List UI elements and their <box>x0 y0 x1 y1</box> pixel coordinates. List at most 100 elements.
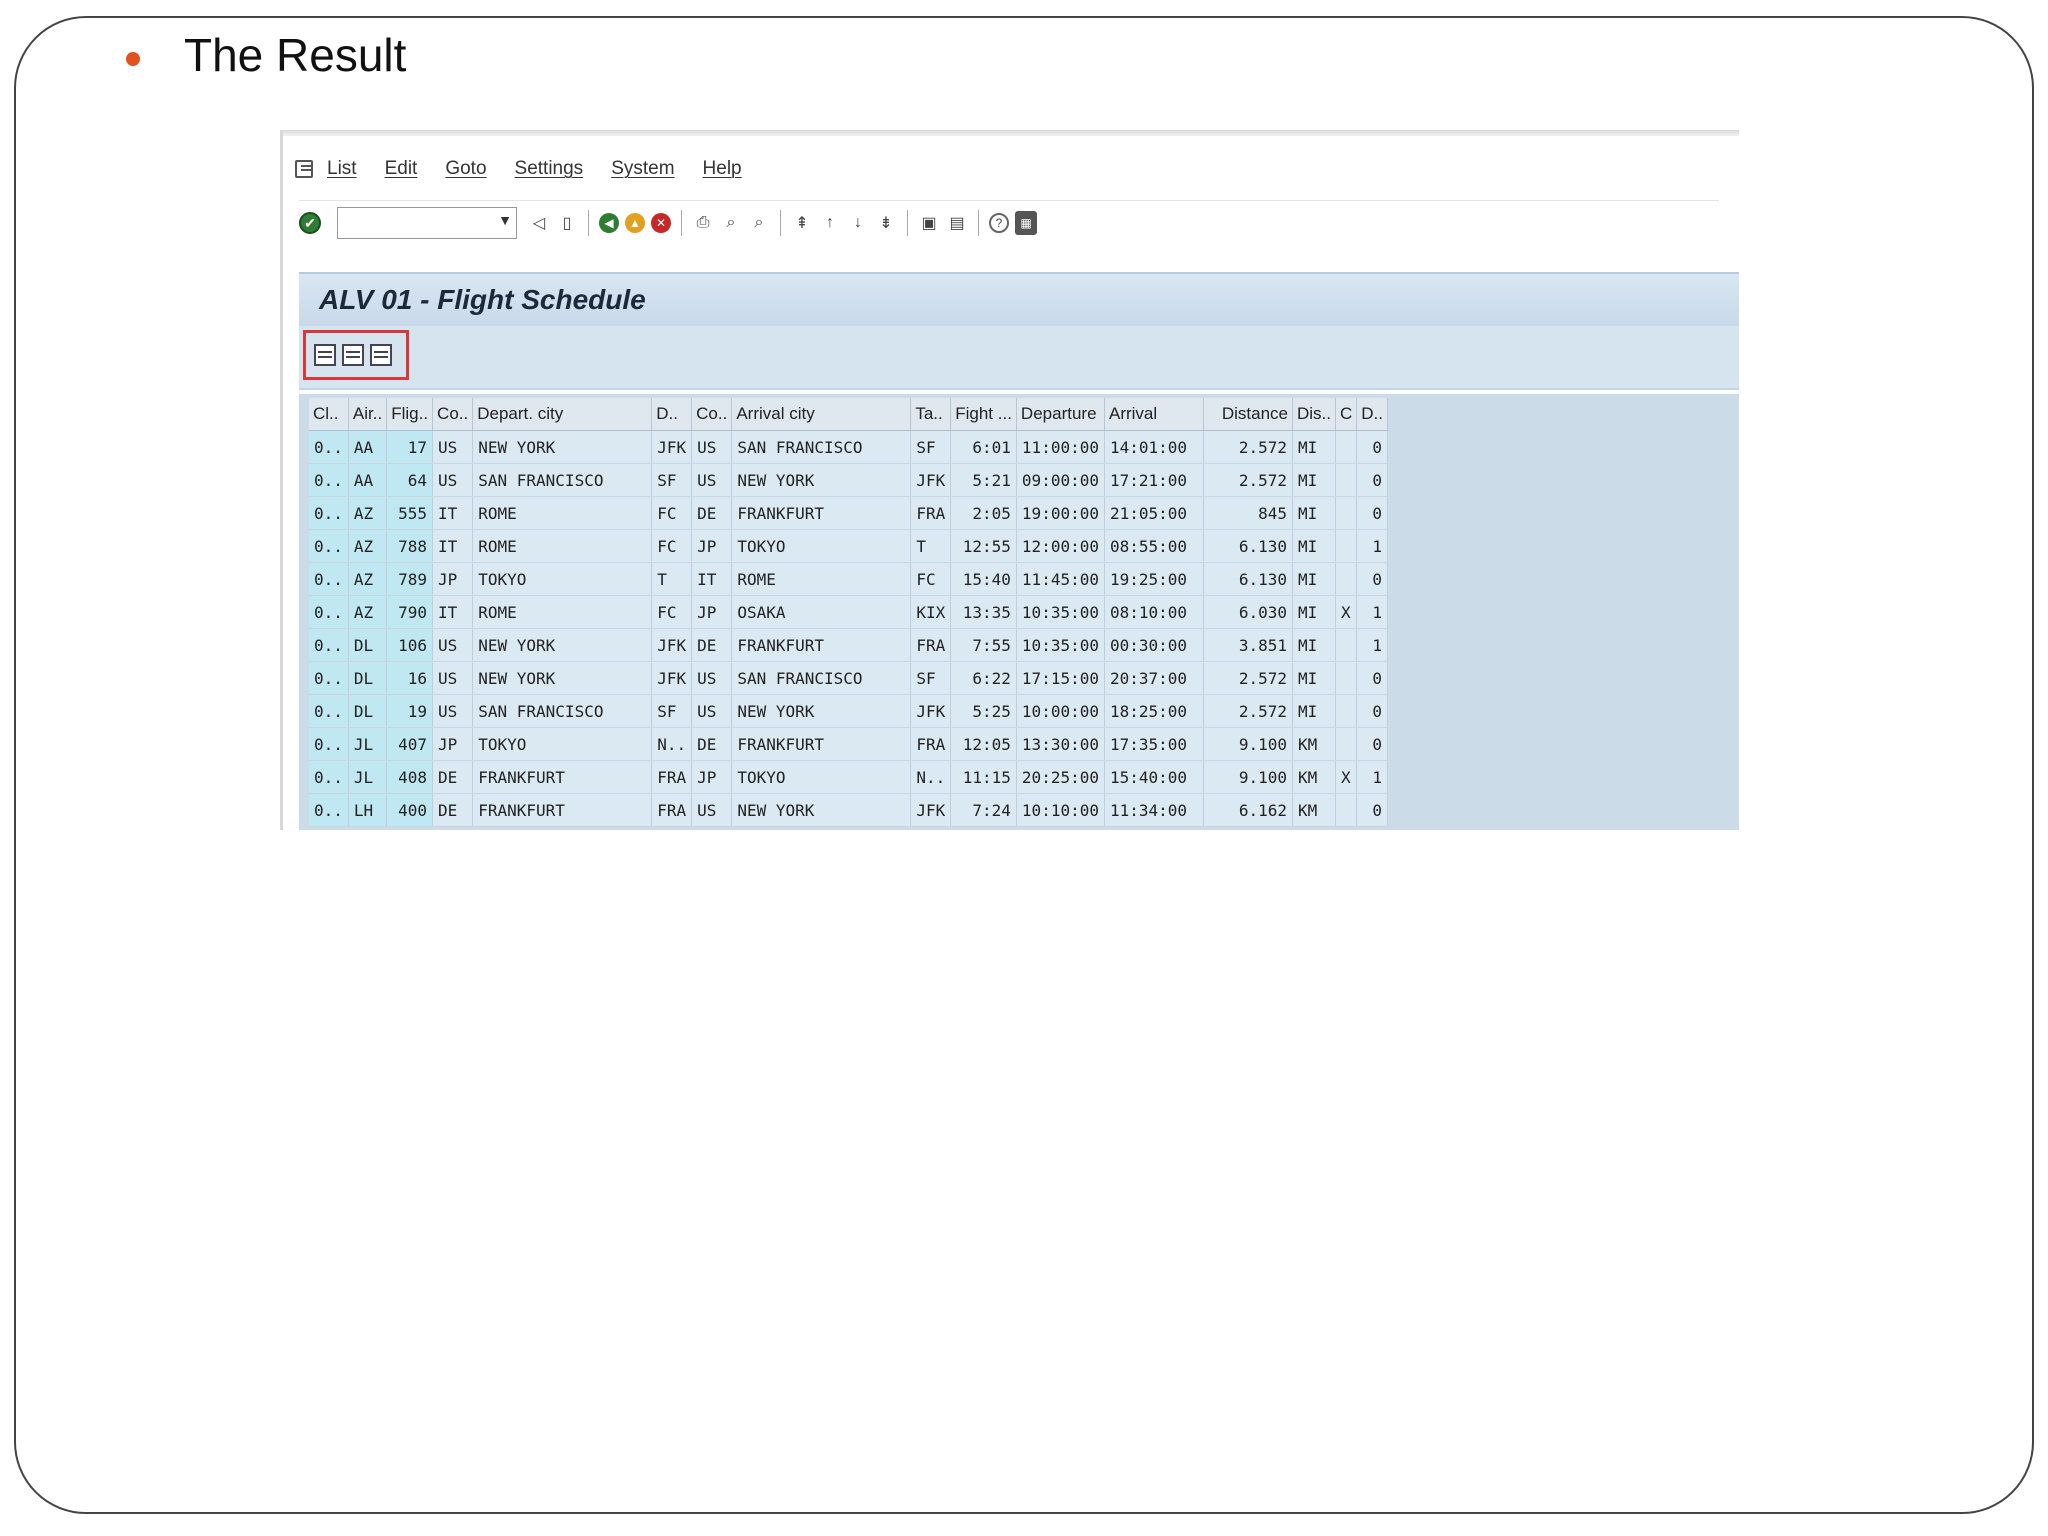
back-icon[interactable]: ◁ <box>528 211 550 235</box>
table-cell[interactable]: 7:55 <box>950 628 1017 662</box>
table-cell[interactable]: DL <box>348 694 388 728</box>
table-cell[interactable]: JP <box>691 595 733 629</box>
table-cell[interactable]: 790 <box>386 595 434 629</box>
table-cell[interactable]: MI <box>1292 496 1336 530</box>
table-cell[interactable]: 6.162 <box>1203 793 1293 827</box>
column-header[interactable]: Dis.. <box>1292 398 1336 431</box>
table-cell[interactable]: DE <box>432 793 474 827</box>
table-cell[interactable]: 11:15 <box>950 760 1017 794</box>
table-cell[interactable]: 1 <box>1356 529 1388 563</box>
table-cell[interactable]: 14:01:00 <box>1104 430 1204 464</box>
columns-icon[interactable] <box>342 344 364 366</box>
table-cell[interactable]: 19:25:00 <box>1104 562 1204 596</box>
table-cell[interactable]: SF <box>910 430 952 464</box>
command-field[interactable]: ▼ <box>337 207 517 239</box>
table-cell[interactable]: 1 <box>1356 760 1388 794</box>
table-cell[interactable]: US <box>432 628 474 662</box>
table-cell[interactable]: 0 <box>1356 727 1388 761</box>
table-cell[interactable]: N.. <box>651 727 693 761</box>
column-header[interactable]: D.. <box>651 398 693 431</box>
table-cell[interactable]: T <box>910 529 952 563</box>
table-cell[interactable]: 17 <box>386 430 434 464</box>
table-row[interactable]: 0.. DL 19 US SAN FRANCISCO SF US NEW YORK JFK 5:2… <box>309 694 1388 728</box>
table-cell[interactable]: FRANKFURT <box>731 496 912 530</box>
table-cell[interactable]: KIX <box>910 595 952 629</box>
table-cell[interactable]: 0 <box>1356 463 1388 497</box>
menu-list[interactable]: List <box>327 158 357 180</box>
table-cell[interactable]: NEW YORK <box>472 628 653 662</box>
table-cell[interactable]: 2.572 <box>1203 463 1293 497</box>
table-cell[interactable]: 10:10:00 <box>1016 793 1105 827</box>
column-header[interactable]: D.. <box>1356 398 1388 431</box>
table-cell[interactable]: 09:00:00 <box>1016 463 1105 497</box>
table-cell[interactable]: 408 <box>386 760 434 794</box>
table-cell[interactable]: TOKYO <box>731 529 912 563</box>
table-cell[interactable]: US <box>691 463 733 497</box>
table-row[interactable]: 0.. DL 106 US NEW YORK JFK DE FRANKFURT FRA 7:55 1… <box>309 628 1388 662</box>
table-cell[interactable]: KM <box>1292 760 1336 794</box>
save-icon[interactable]: ▯ <box>556 211 578 235</box>
table-cell[interactable]: KM <box>1292 727 1336 761</box>
table-cell[interactable]: JL <box>348 760 388 794</box>
table-cell[interactable]: 13:30:00 <box>1016 727 1105 761</box>
table-cell[interactable]: 17:15:00 <box>1016 661 1105 695</box>
column-header[interactable]: Depart. city <box>472 398 653 431</box>
table-cell[interactable]: MI <box>1292 529 1336 563</box>
table-cell[interactable]: N.. <box>910 760 952 794</box>
table-cell[interactable]: 00:30:00 <box>1104 628 1204 662</box>
table-cell[interactable]: FRANKFURT <box>731 727 912 761</box>
table-cell[interactable] <box>1335 496 1358 530</box>
table-cell[interactable]: 0.. <box>309 628 349 662</box>
table-cell[interactable]: 0 <box>1356 694 1388 728</box>
table-cell[interactable]: IT <box>432 529 474 563</box>
menu-goto[interactable]: Goto <box>445 158 486 180</box>
table-cell[interactable]: MI <box>1292 661 1336 695</box>
table-cell[interactable]: AZ <box>348 529 388 563</box>
next-page-icon[interactable]: ↓ <box>847 211 869 235</box>
table-cell[interactable]: MI <box>1292 562 1336 596</box>
table-cell[interactable]: 64 <box>386 463 434 497</box>
shortcut-icon[interactable]: ▤ <box>946 211 968 235</box>
previous-page-icon[interactable]: ↑ <box>819 211 841 235</box>
table-cell[interactable]: 10:35:00 <box>1016 628 1105 662</box>
table-cell[interactable]: 9.100 <box>1203 760 1293 794</box>
table-cell[interactable]: MI <box>1292 430 1336 464</box>
column-header[interactable]: Co.. <box>691 398 733 431</box>
find-icon[interactable]: ⌕ <box>720 211 742 235</box>
table-cell[interactable]: FC <box>651 496 693 530</box>
table-cell[interactable]: ROME <box>472 595 653 629</box>
column-header[interactable]: Flig.. <box>386 398 434 431</box>
table-cell[interactable]: SAN FRANCISCO <box>472 694 653 728</box>
table-cell[interactable]: 0.. <box>309 727 349 761</box>
table-cell[interactable]: 20:37:00 <box>1104 661 1204 695</box>
table-cell[interactable]: 21:05:00 <box>1104 496 1204 530</box>
table-cell[interactable]: 2.572 <box>1203 694 1293 728</box>
table-cell[interactable]: 11:45:00 <box>1016 562 1105 596</box>
table-cell[interactable]: FRA <box>651 760 693 794</box>
table-cell[interactable]: MI <box>1292 595 1336 629</box>
table-row[interactable]: 0.. AZ 790 IT ROME FC JP OSAKA KIX 13:35 10:35:00 0… <box>309 595 1388 629</box>
print-icon[interactable]: ⎙ <box>692 211 714 235</box>
table-row[interactable]: 0.. AZ 788 IT ROME FC JP TOKYO T 12:55 12:00:00 08:… <box>309 529 1388 563</box>
menu-settings[interactable]: Settings <box>515 158 584 180</box>
table-cell[interactable] <box>1335 727 1358 761</box>
table-cell[interactable]: TOKYO <box>731 760 912 794</box>
table-cell[interactable] <box>1335 628 1358 662</box>
table-cell[interactable]: 7:24 <box>950 793 1017 827</box>
table-cell[interactable] <box>1335 463 1358 497</box>
table-cell[interactable]: FRA <box>910 496 952 530</box>
table-row[interactable]: 0.. AZ 555 IT ROME FC DE FRANKFURT FRA 2:05 19:00:… <box>309 496 1388 530</box>
table-row[interactable]: 0.. JL 408 DE FRANKFURT FRA JP TOKYO N.. 11:15 20:… <box>309 760 1388 794</box>
table-cell[interactable]: 19:00:00 <box>1016 496 1105 530</box>
last-page-icon[interactable]: ⇟ <box>875 211 897 235</box>
table-cell[interactable]: NEW YORK <box>472 430 653 464</box>
table-cell[interactable]: TOKYO <box>472 727 653 761</box>
table-cell[interactable]: IT <box>432 595 474 629</box>
table-cell[interactable]: SF <box>651 694 693 728</box>
chevron-down-icon[interactable]: ▼ <box>498 212 512 228</box>
table-cell[interactable]: 5:25 <box>950 694 1017 728</box>
table-cell[interactable]: OSAKA <box>731 595 912 629</box>
table-cell[interactable]: JFK <box>910 694 952 728</box>
table-cell[interactable]: SAN FRANCISCO <box>472 463 653 497</box>
table-cell[interactable]: 13:35 <box>950 595 1017 629</box>
